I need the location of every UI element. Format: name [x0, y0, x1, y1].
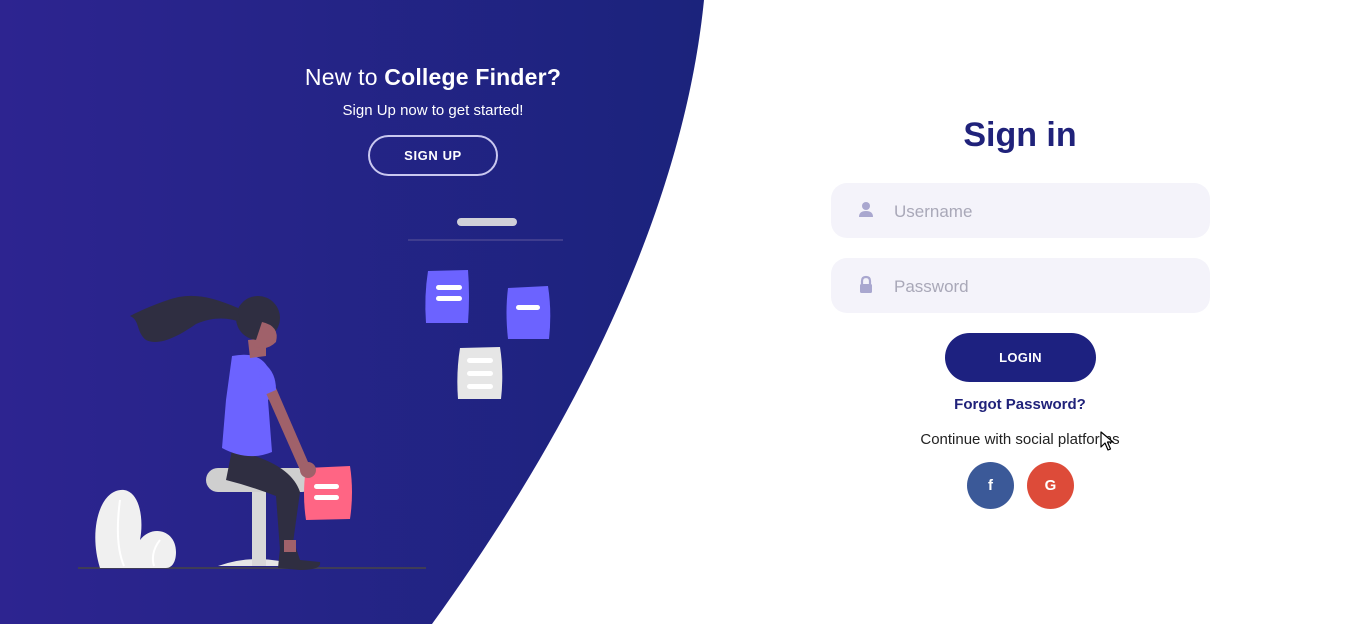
promo-title: New to College Finder?	[283, 64, 583, 91]
login-button[interactable]: LOGIN	[945, 333, 1096, 382]
promo-title-brand: College Finder?	[384, 64, 562, 90]
facebook-icon: f	[988, 477, 993, 494]
signup-promo: New to College Finder? Sign Up now to ge…	[283, 64, 583, 119]
forgot-password-link[interactable]: Forgot Password?	[870, 396, 1170, 413]
card-purple-2	[506, 286, 551, 339]
card-purple-1	[425, 270, 469, 323]
username-field[interactable]	[831, 183, 1210, 240]
promo-subtitle: Sign Up now to get started!	[342, 102, 524, 119]
google-icon: G	[1044, 477, 1057, 494]
facebook-button[interactable]: f	[967, 462, 1014, 509]
user-icon	[859, 202, 873, 217]
signup-button[interactable]: SIGN UP	[368, 135, 498, 176]
lock-icon	[860, 275, 872, 293]
password-input[interactable]	[892, 258, 1196, 315]
signin-title: Sign in	[963, 116, 1077, 154]
mouse-cursor-icon	[1100, 431, 1114, 451]
username-input[interactable]	[892, 183, 1196, 240]
promo-title-prefix: New to	[304, 64, 385, 90]
google-button[interactable]: G	[1027, 462, 1074, 509]
social-platforms-text: Continue with social platforms	[920, 431, 1120, 448]
password-field[interactable]	[831, 258, 1210, 315]
card-white	[457, 347, 503, 399]
